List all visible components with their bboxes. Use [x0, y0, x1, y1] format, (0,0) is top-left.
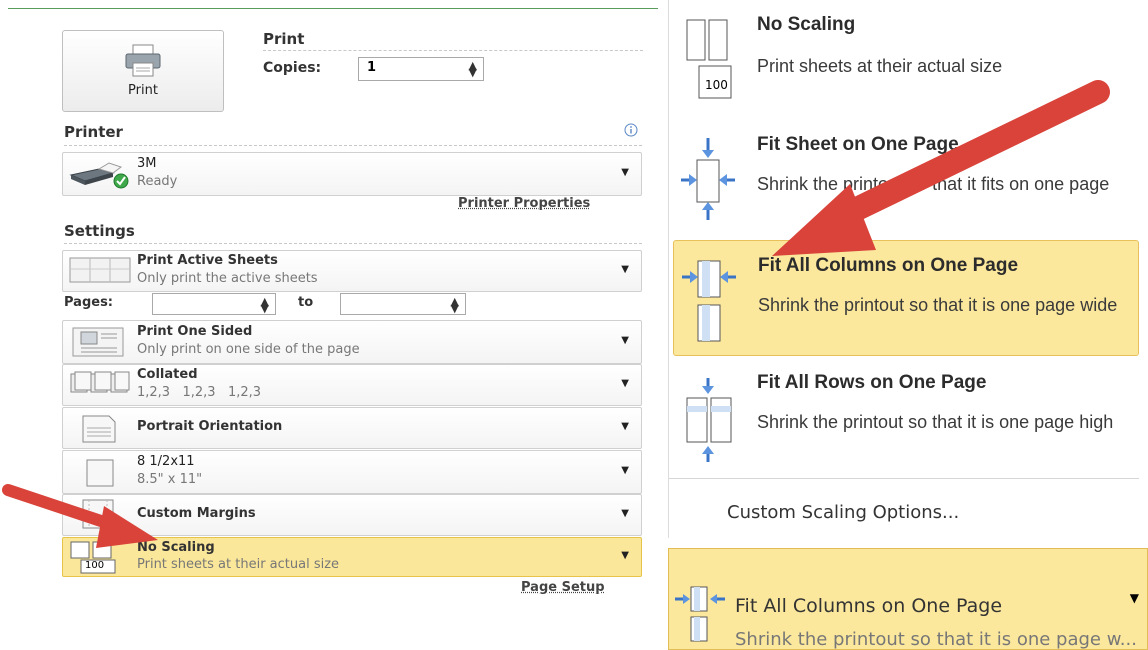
margins-dropdown[interactable]: Custom Margins ▼	[62, 494, 642, 536]
copies-label: Copies:	[263, 60, 321, 76]
fit-columns-icon	[680, 255, 740, 345]
chevron-down-icon: ▼	[1130, 591, 1139, 605]
copies-value: 1	[367, 60, 376, 75]
portrait-page-icon	[69, 412, 129, 444]
selected-scaling-title: Fit All Columns on One Page	[735, 595, 1002, 617]
sided-title: Print One Sided	[137, 324, 252, 339]
menu-item-no-scaling[interactable]: 100 No Scaling Print sheets at their act…	[669, 0, 1139, 110]
no-scaling-icon: 100	[67, 540, 131, 574]
scaling-dropdown[interactable]: 100 No Scaling Print sheets at their act…	[62, 537, 642, 577]
sided-dropdown[interactable]: Print One Sided Only print on one side o…	[62, 320, 642, 364]
printer-ready-icon	[69, 161, 133, 189]
fit-sheet-icon	[679, 134, 739, 224]
print-backstage-panel: Print Print Copies: 1 ▲ ▼ Printer 3M Read…	[0, 0, 652, 650]
active-sheets-desc: Only print the active sheets	[137, 271, 318, 286]
spin-arrows-icon[interactable]: ▲ ▼	[469, 59, 477, 85]
collated-dropdown[interactable]: Collated 1,2,3 1,2,3 1,2,3 ▼	[62, 364, 642, 406]
pages-to-input[interactable]: ▲ ▼	[340, 293, 466, 315]
chevron-down-icon: ▼	[621, 167, 629, 178]
fit-columns-icon	[673, 585, 729, 645]
orientation-title: Portrait Orientation	[137, 419, 282, 434]
printer-divider	[64, 145, 642, 146]
sheets-icon	[69, 257, 131, 283]
chevron-down-icon: ▼	[621, 508, 629, 519]
pages-label: Pages:	[64, 295, 113, 310]
printer-status: Ready	[137, 174, 177, 189]
chevron-down-icon: ▼	[621, 550, 629, 561]
paper-size-dropdown[interactable]: 8 1/2x11 8.5" x 11" ▼	[62, 450, 642, 494]
collated-icon	[69, 370, 131, 396]
info-icon[interactable]	[624, 123, 638, 137]
chevron-down-icon: ▼	[621, 264, 629, 275]
menu-separator	[669, 478, 1139, 479]
menu-item-fit-sheet[interactable]: Fit Sheet on One Page Shrink the printou…	[669, 120, 1139, 230]
menu-item-title: Fit All Columns on One Page	[758, 255, 1018, 277]
printer-icon	[123, 43, 163, 79]
selected-scaling-desc: Shrink the printout so that it is one pa…	[735, 629, 1137, 650]
menu-item-desc: Shrink the printout so that it fits on o…	[757, 168, 1127, 200]
selected-scaling-dropdown[interactable]: Fit All Columns on One Page Shrink the p…	[668, 548, 1148, 650]
printer-name: 3M	[137, 156, 157, 171]
spin-arrows-icon[interactable]: ▲ ▼	[451, 295, 459, 321]
chevron-down-icon: ▼	[621, 378, 629, 389]
menu-item-title: No Scaling	[757, 14, 855, 36]
fit-rows-icon	[679, 376, 739, 466]
menu-item-desc: Print sheets at their actual size	[757, 50, 1127, 82]
scaling-desc: Print sheets at their actual size	[137, 557, 339, 572]
menu-item-fit-rows[interactable]: Fit All Rows on One Page Shrink the prin…	[669, 362, 1139, 472]
chevron-down-icon: ▼	[621, 421, 629, 432]
no-scaling-icon-number: 100	[705, 78, 728, 92]
page-setup-link[interactable]: Page Setup	[521, 580, 605, 595]
settings-divider	[64, 243, 642, 244]
collated-title: Collated	[137, 367, 198, 382]
one-sided-page-icon	[69, 326, 129, 358]
print-button-label: Print	[63, 83, 223, 98]
print-divider	[263, 50, 643, 51]
no-scaling-icon: 100	[685, 10, 735, 100]
menu-item-title: Fit All Rows on One Page	[757, 372, 986, 394]
menu-item-title: Fit Sheet on One Page	[757, 134, 959, 156]
margins-icon	[69, 498, 129, 530]
no-scaling-icon-number: 100	[85, 560, 104, 571]
paper-size-title: 8 1/2x11	[137, 454, 195, 469]
print-button[interactable]: Print	[62, 30, 224, 112]
pages-to-label: to	[298, 295, 313, 310]
orientation-dropdown[interactable]: Portrait Orientation ▼	[62, 407, 642, 449]
menu-item-desc: Shrink the printout so that it is one pa…	[757, 406, 1127, 438]
active-sheets-title: Print Active Sheets	[137, 253, 278, 268]
collated-desc: 1,2,3 1,2,3 1,2,3	[137, 385, 261, 400]
chevron-down-icon: ▼	[621, 335, 629, 346]
printer-dropdown[interactable]: 3M Ready ▼	[62, 152, 642, 196]
printer-heading: Printer	[64, 123, 123, 141]
scaling-title: No Scaling	[137, 540, 215, 555]
menu-item-desc: Shrink the printout so that it is one pa…	[758, 289, 1128, 321]
paper-size-icon	[69, 456, 129, 488]
settings-heading: Settings	[64, 222, 135, 240]
menu-item-fit-columns[interactable]: Fit All Columns on One Page Shrink the p…	[673, 240, 1139, 356]
paper-size-desc: 8.5" x 11"	[137, 472, 202, 487]
copies-stepper[interactable]: 1 ▲ ▼	[358, 57, 484, 81]
print-heading: Print	[263, 30, 304, 48]
pages-from-input[interactable]: ▲ ▼	[152, 293, 276, 315]
top-divider	[8, 8, 658, 9]
margins-title: Custom Margins	[137, 506, 256, 521]
chevron-down-icon: ▼	[621, 465, 629, 476]
active-sheets-dropdown[interactable]: Print Active Sheets Only print the activ…	[62, 250, 642, 292]
printer-properties-link[interactable]: Printer Properties	[458, 196, 590, 211]
scaling-menu: 100 No Scaling Print sheets at their act…	[668, 0, 1148, 538]
spin-arrows-icon[interactable]: ▲ ▼	[261, 295, 269, 321]
sided-desc: Only print on one side of the page	[137, 342, 360, 357]
scaling-menu-panel: 100 No Scaling Print sheets at their act…	[668, 0, 1148, 650]
custom-scaling-options[interactable]: Custom Scaling Options...	[727, 502, 959, 523]
